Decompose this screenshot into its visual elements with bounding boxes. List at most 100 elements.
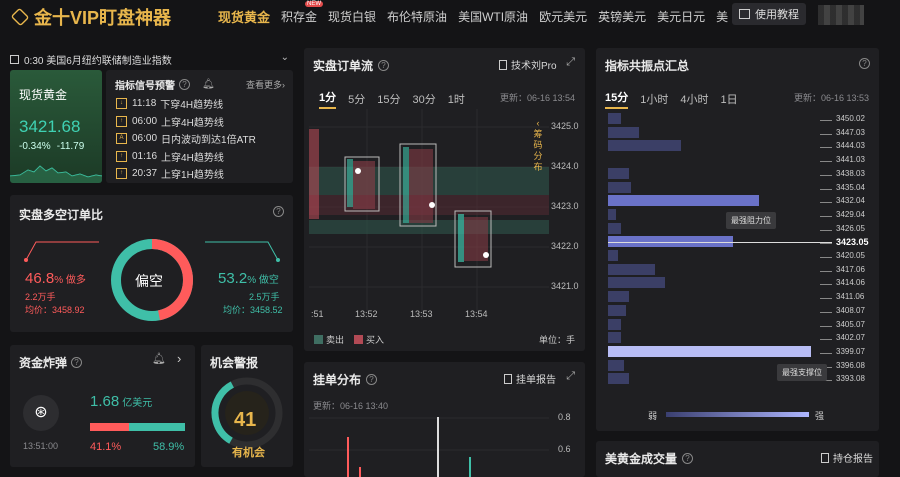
logo-icon [10,7,30,27]
bell-icon[interactable]: 🔔︎ [202,79,215,90]
short-pct-unit: % 做空 [247,275,279,286]
signal-item[interactable]: ↑ 06:00 上穿4H趋势线 [116,113,286,131]
signal-text: 下穿4H趋势线 [160,100,224,112]
nav-item-gbpusd[interactable]: 英镑美元 [598,8,646,25]
nav-item-spot-gold[interactable]: 现货黄金 [218,7,270,26]
orderflow-updated: 更新：06-16 13:54 [499,93,575,103]
help-icon[interactable]: ? [366,374,378,385]
tab-1h[interactable]: 1小时 [640,91,668,107]
support-label: 最强支撑位 [777,364,827,381]
alert-value: 41 [234,409,257,431]
tab-30m[interactable]: 30分 [413,91,436,107]
quote-sparkline [10,165,102,183]
signals-title: 指标信号预警 [115,81,175,92]
tab-15m[interactable]: 15分 [377,91,400,107]
help-icon[interactable]: ? [179,79,190,90]
nav-item-spot-silver[interactable]: 现货白银 [328,8,376,25]
long-pct: 46.8 [25,270,55,287]
help-icon[interactable]: ? [71,357,83,368]
quote-change-pct: -0.34% [19,141,51,152]
pending-report-button[interactable]: 挂单报告 [504,371,556,386]
pivot-dash [820,243,832,245]
tech-pro-label: 技术刘Pro [511,61,557,72]
signal-text: 上穿4H趋势线 [161,117,224,129]
nav-item-eurusd[interactable]: 欧元美元 [539,8,587,25]
signal-icon: ↑ [116,115,127,127]
strong-label: 强 [815,411,825,421]
position-report-button[interactable]: 持仓报告 [821,450,873,465]
orderflow-y-tick: 3421.0 [551,281,579,291]
pivot-strength-bar [608,181,632,193]
pivot-strength-bar [608,332,621,344]
help-icon[interactable]: ? [378,60,390,71]
logo: 金十VIP盯盘神器 [10,4,171,30]
current-price-line [608,242,832,244]
bomb-time: 13:51:00 [23,441,59,451]
pivot-strength-bar [608,304,627,316]
pending-title: 挂单分布 [313,373,362,387]
pivot-strength-bar [608,318,621,330]
nav-item-gold-accumulation[interactable]: 积存金 NEW [281,1,324,25]
bomb-red-fill [90,423,130,431]
bomb-ratio-bar [90,423,185,431]
bomb-icon: ⊛ [23,395,59,431]
tutorial-button[interactable]: 使用教程 [732,3,806,25]
pivot-strength-bar [608,195,759,207]
calendar-icon [10,54,19,64]
signal-item[interactable]: A 06:00 日内波动到达1倍ATR [116,130,286,148]
long-line-deco [24,241,99,262]
order-flow-panel: 实盘订单流 ? 技术刘Pro ⤢ 1分 5分 15分 30分 1时 更新：06-… [304,48,585,351]
long-short-title: 实盘多空订单比 [19,208,104,222]
signal-item[interactable]: ↑ 20:37 上穿1H趋势线 [116,165,286,183]
quote-name: 现货黄金 [19,88,68,102]
short-line-deco [205,241,280,262]
orderflow-chart [309,109,549,319]
orderflow-x-tick: 13:54 [465,309,488,319]
chevron-right-icon[interactable]: › [177,351,181,366]
orderflow-x-tick: 13:53 [410,309,433,319]
nav-item-wti[interactable]: 美国WTI原油 [458,8,528,25]
pivot-title: 指标共振点汇总 [605,59,690,73]
alert-label: 有机会 [232,447,265,459]
help-icon[interactable]: ? [273,206,284,217]
tab-1d[interactable]: 1日 [721,91,738,107]
help-icon[interactable]: ? [682,453,694,464]
pivot-dash [820,161,832,163]
orderflow-y-tick: 3425.0 [551,121,579,131]
chip-distribution-tab[interactable]: ‹ 筹码分布 [532,118,544,173]
chevron-down-icon[interactable]: ⌄ [281,52,289,63]
avatar[interactable] [818,5,864,25]
pivot-level-label: 3423.05 [836,237,869,248]
expand-icon[interactable]: ⤢ [566,56,575,69]
pivot-dash [820,298,832,300]
pivot-strength-bar [608,113,621,124]
pivot-level-label: 3429.04 [836,209,865,219]
pivot-level-label: 3411.06 [836,292,865,302]
pivot-levels: 3450.02 3447.03 3444.03 3441.03 3438.03 3435.… [596,113,879,393]
nav-item-more[interactable]: 美 [716,8,728,25]
signal-icon: ↑ [116,168,127,180]
position-report-label: 持仓报告 [833,454,873,465]
expand-icon[interactable]: ⤢ [566,370,575,383]
pending-orders-panel: 挂单分布 ? 挂单报告 ⤢ 更新：06-16 13:40 0.8 0.6 [304,362,585,477]
calendar-strip[interactable]: 0:30 美国6月纽约联储制造业指数 ⌄ [10,51,293,67]
quote-card[interactable]: 现货黄金 3421.68 -0.34% -11.79 [10,70,102,183]
signals-more-link[interactable]: 查看更多 › [246,78,285,91]
signal-item[interactable]: ↓ 11:18 下穿4H趋势线 [116,95,286,113]
tab-1h[interactable]: 1时 [448,91,465,107]
tech-pro-button[interactable]: 技术刘Pro [499,57,557,72]
pivot-updated: 更新：06-16 13:53 [793,93,869,103]
pivot-dash [820,229,832,231]
tab-1m[interactable]: 1分 [319,89,337,109]
tab-5m[interactable]: 5分 [348,91,365,107]
signal-item[interactable]: ↑ 01:16 上穿4H趋势线 [116,148,286,166]
pending-y-tick: 0.8 [558,412,571,422]
nav-item-usdjpy[interactable]: 美元日元 [657,8,705,25]
tab-4h[interactable]: 4小时 [680,91,708,107]
pivot-strength-bar [608,345,811,357]
sell-legend-label: 卖出 [326,335,345,345]
bell-icon[interactable]: 🔔︎ [152,352,166,365]
tab-15m[interactable]: 15分 [605,89,629,109]
nav-item-brent[interactable]: 布伦特原油 [387,8,447,25]
help-icon[interactable]: ? [859,58,870,69]
